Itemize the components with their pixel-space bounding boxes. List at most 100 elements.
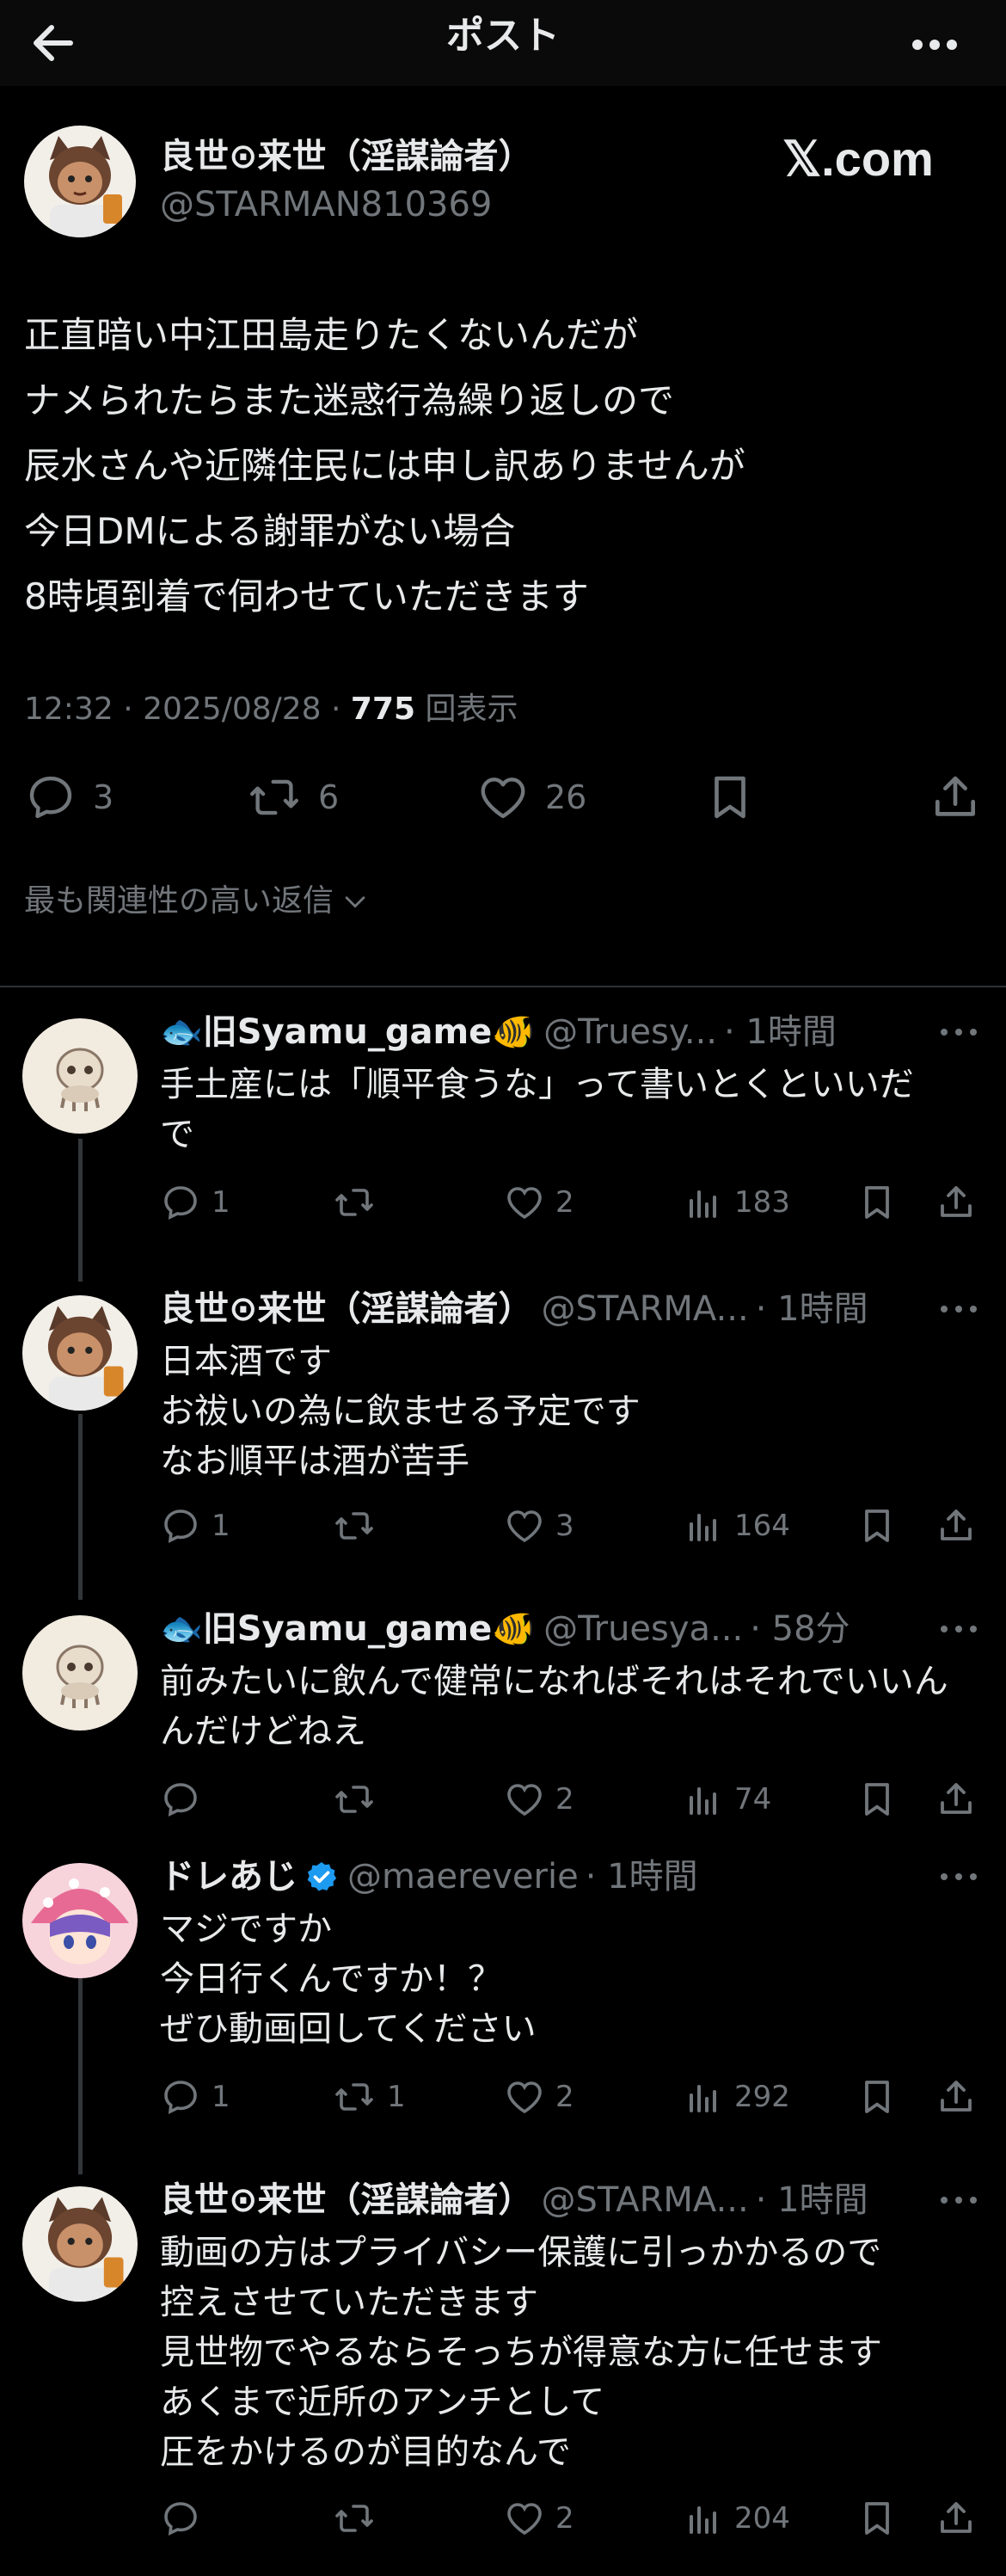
sort-label: 最も関連性の高い返信 [24, 883, 334, 919]
page-title: ポスト [446, 14, 560, 58]
reply-author-handle[interactable]: @maereverie [347, 1853, 579, 1901]
reply-header: 🐟旧Syamu_game🐠 @Truesy... · 1時間 [160, 1008, 837, 1056]
retweet-button[interactable] [332, 1774, 387, 1825]
reply-time: · 1時間 [755, 1289, 868, 1329]
reply-button[interactable]: 1 [160, 1177, 230, 1228]
reply-line: 日本酒です [160, 1342, 332, 1381]
reply-more-icon[interactable] [937, 1292, 980, 1326]
share-button[interactable] [935, 1500, 977, 1552]
reply-header: 良世⊙来世（淫謀論者） @STARMA... · 1時間 [160, 1285, 868, 1333]
share-button[interactable] [935, 2493, 977, 2544]
reply-action-bar: 2 204 [160, 2493, 985, 2544]
reply-author-handle[interactable]: @STARMA... [542, 1285, 749, 1333]
tweet-line: 正直暗い中江田島走りたくないんだが [24, 314, 639, 356]
reply-line: お祓いの為に飲ませる予定です [160, 1392, 641, 1431]
reply-author-name[interactable]: 🐟旧Syamu_game🐠 [160, 1008, 535, 1056]
bookmark-button[interactable] [703, 771, 757, 824]
reply-button[interactable] [160, 1774, 212, 1825]
retweet-button[interactable]: 1 [332, 2071, 406, 2123]
share-button[interactable] [935, 2071, 977, 2123]
tweet-line: 8時頃到着で伺わせていただきます [24, 575, 589, 618]
reply-more-icon[interactable] [937, 1612, 980, 1646]
like-count: 26 [545, 778, 587, 816]
like-button[interactable]: 2 [504, 2493, 574, 2544]
thread-connector [78, 1139, 83, 1282]
reply-line: 動画の方はプライバシー保護に引っかかるので [160, 2233, 882, 2272]
tweet-text: 正直暗い中江田島走りたくないんだが ナメられたらまた迷惑行為繰り返しので 辰水さ… [24, 303, 978, 630]
reply-line: 控えさせていただきます [160, 2283, 538, 2322]
share-button[interactable] [935, 1774, 977, 1825]
reply-button[interactable]: 1 [160, 1500, 230, 1552]
like-count: 2 [555, 1782, 574, 1817]
thread-connector [78, 1414, 83, 1600]
retweet-button[interactable] [332, 1500, 387, 1552]
reply-avatar[interactable] [22, 1295, 138, 1411]
reply-author-handle[interactable]: @Truesy... [543, 1008, 717, 1056]
views-count: 204 [734, 2501, 790, 2536]
retweet-count: 1 [387, 2080, 406, 2114]
views-count: 775 [350, 692, 416, 727]
views-button[interactable]: 292 [683, 2071, 790, 2123]
reply-avatar[interactable] [22, 1863, 138, 1978]
share-button[interactable] [935, 1177, 977, 1228]
bookmark-button[interactable] [856, 1500, 898, 1552]
reply-action-bar: 1 2 183 [160, 1177, 985, 1228]
reply-author-name[interactable]: 良世⊙来世（淫謀論者） [160, 1285, 533, 1333]
views-button[interactable]: 164 [683, 1500, 790, 1552]
views-button[interactable]: 204 [683, 2493, 790, 2544]
reply-line: 前みたいに飲んで健常になればそれはそれでいいん [160, 1662, 948, 1701]
reply-button[interactable]: 3 [24, 771, 113, 824]
reply-author-name[interactable]: 良世⊙来世（淫謀論者） [160, 2176, 533, 2224]
bookmark-button[interactable] [856, 2071, 898, 2123]
reply-text: 動画の方はプライバシー保護に引っかかるので 控えさせていただきます 見世物でやる… [160, 2228, 977, 2477]
bookmark-button[interactable] [856, 1774, 898, 1825]
verified-badge-icon [304, 1860, 339, 1894]
reply-avatar[interactable] [22, 1018, 138, 1134]
like-button[interactable]: 2 [504, 1177, 574, 1228]
reply-author-name[interactable]: 🐟旧Syamu_game🐠 [160, 1605, 535, 1653]
like-button[interactable]: 2 [504, 1774, 574, 1825]
reply-avatar[interactable] [22, 1615, 138, 1731]
reply-line: ぜひ動画回してください [160, 2009, 537, 2049]
bookmark-button[interactable] [856, 2493, 898, 2544]
reply-time: · 58分 [750, 1609, 850, 1649]
reply-sort-dropdown[interactable]: 最も関連性の高い返信 [24, 879, 370, 924]
like-count: 3 [555, 1509, 574, 1543]
share-button[interactable] [929, 771, 982, 824]
tweet-meta: 12:32 · 2025/08/28 · 775 回表示 [24, 688, 518, 731]
tweet-timestamp: 12:32 · 2025/08/28 · [24, 692, 351, 727]
reply-count: 1 [212, 2080, 230, 2114]
reply-line: あくまで近所のアンチとして [160, 2382, 605, 2422]
reply-more-icon[interactable] [937, 2183, 980, 2217]
views-button[interactable]: 183 [683, 1177, 790, 1228]
reply-author-handle[interactable]: @STARMA... [542, 2176, 749, 2224]
reply-more-icon[interactable] [937, 1015, 980, 1049]
like-count: 2 [555, 2080, 574, 2114]
like-button[interactable]: 3 [504, 1500, 574, 1552]
reply-header: ドレあじ @maereverie · 1時間 [160, 1853, 698, 1901]
reply-author-handle[interactable]: @Truesya... [543, 1605, 743, 1653]
retweet-button[interactable] [332, 1177, 387, 1228]
like-button[interactable]: 2 [504, 2071, 574, 2123]
reply-button[interactable]: 1 [160, 2071, 230, 2123]
author-avatar[interactable] [24, 126, 136, 237]
author-handle[interactable]: @STARMAN810369 [160, 182, 492, 227]
reply-action-bar: 1 3 164 [160, 1500, 985, 1552]
reply-avatar[interactable] [22, 2186, 138, 2302]
like-button[interactable]: 26 [476, 771, 586, 824]
views-button[interactable]: 74 [683, 1774, 771, 1825]
reply-text: 日本酒です お祓いの為に飲ませる予定です なお順平は酒が苦手 [160, 1337, 977, 1486]
reply-line: 今日行くんですか！？ [160, 1959, 502, 1999]
reply-count: 1 [212, 1185, 230, 1220]
author-name[interactable]: 良世⊙来世（淫謀論者） [160, 134, 533, 179]
more-options-icon[interactable] [907, 15, 962, 71]
reply-text: 手土産には「順平食うな」って書いとくといいだ で [160, 1060, 977, 1159]
bookmark-button[interactable] [856, 1177, 898, 1228]
retweet-count: 6 [318, 778, 340, 816]
reply-author-name[interactable]: ドレあじ [160, 1853, 298, 1901]
reply-more-icon[interactable] [937, 1860, 980, 1894]
retweet-button[interactable] [332, 2493, 387, 2544]
tweet-line: 辰水さんや近隣住民には申し訳ありませんが [24, 445, 745, 487]
retweet-button[interactable]: 6 [246, 771, 339, 824]
reply-button[interactable] [160, 2493, 212, 2544]
